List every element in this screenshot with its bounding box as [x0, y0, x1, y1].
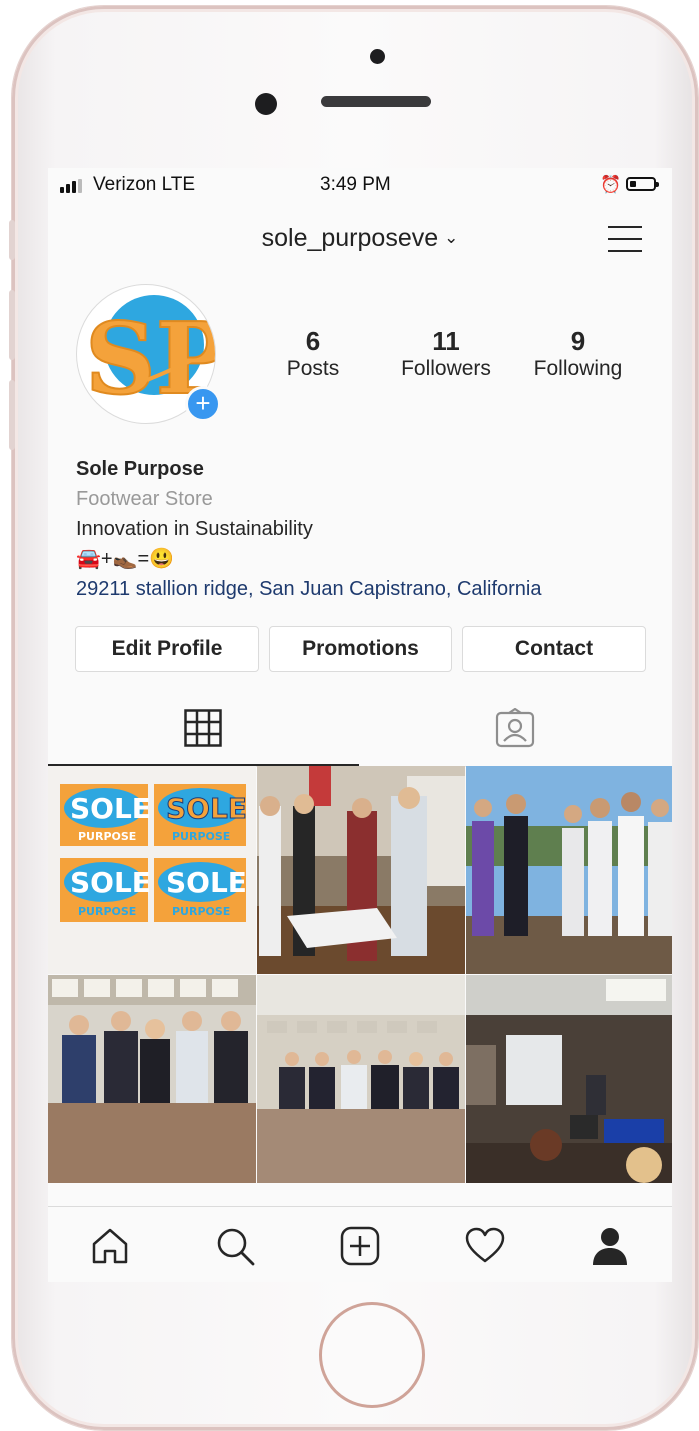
post-group-conference-room[interactable] [48, 975, 256, 1183]
emoji-line: 🚘+👞=😃 [76, 548, 175, 570]
menu-icon[interactable] [608, 224, 642, 254]
svg-text:PURPOSE: PURPOSE [172, 905, 230, 918]
battery-icon [626, 177, 659, 191]
carrier-label: Verizon LTE [93, 174, 196, 195]
post-group-classroom[interactable] [257, 766, 465, 974]
grid-icon [184, 709, 222, 747]
search-icon[interactable] [214, 1225, 256, 1267]
heart-icon[interactable] [464, 1225, 506, 1267]
followers-label: Followers [401, 357, 491, 380]
add-story-icon[interactable]: + [185, 386, 221, 422]
posts-grid: SOLE PURPOSE SOLE PURPOSE SOLE PURPOSE SOLE… [48, 766, 672, 1183]
svg-text:PURPOSE: PURPOSE [78, 830, 136, 843]
volume-up-button[interactable] [9, 290, 15, 360]
post-group-table[interactable] [257, 975, 465, 1183]
posts-count: 6 [305, 326, 321, 356]
promotions-button[interactable]: Promotions [269, 626, 452, 672]
category-label: Footwear Store [76, 488, 213, 510]
earpiece-speaker [321, 96, 431, 107]
svg-text:SOLE: SOLE [70, 866, 151, 899]
mute-switch[interactable] [9, 220, 15, 260]
post-logo-collage[interactable]: SOLE PURPOSE SOLE PURPOSE SOLE PURPOSE SOLE… [48, 766, 256, 974]
following-stat[interactable]: 9 Following [522, 326, 634, 382]
display-name: Sole Purpose [76, 458, 204, 480]
followers-count: 11 [432, 326, 460, 356]
status-bar: Verizon LTE 3:49 PM ⏰ [48, 168, 672, 202]
rear-camera [370, 49, 385, 64]
app-screen: Verizon LTE 3:49 PM ⏰ sole_purposeve ⌄ SP… [48, 168, 672, 1282]
tab-tagged[interactable] [359, 698, 672, 764]
account-switcher[interactable]: sole_purposeve ⌄ [48, 224, 672, 253]
tab-grid[interactable] [48, 698, 359, 766]
add-post-icon[interactable] [339, 1225, 381, 1267]
edit-profile-button[interactable]: Edit Profile [75, 626, 259, 672]
contact-button[interactable]: Contact [462, 626, 646, 672]
svg-text:SOLE: SOLE [166, 866, 247, 899]
alarm-icon: ⏰ [600, 175, 622, 194]
following-count: 9 [570, 326, 586, 356]
address-link[interactable]: 29211 stallion ridge, San Juan Capistran… [76, 574, 656, 604]
profile-tabs [48, 698, 672, 767]
svg-text:PURPOSE: PURPOSE [172, 830, 230, 843]
post-computer-lab[interactable] [466, 975, 672, 1183]
posts-label: Posts [286, 357, 340, 380]
post-group-outdoors[interactable] [466, 766, 672, 974]
tagged-icon [495, 708, 535, 748]
followers-stat[interactable]: 11 Followers [390, 326, 502, 382]
bio: Sole Purpose Footwear Store Innovation i… [76, 454, 656, 604]
chevron-down-icon: ⌄ [444, 228, 459, 247]
username-label: sole_purposeve [261, 224, 439, 252]
profile-icon[interactable] [589, 1225, 631, 1267]
bottom-nav [48, 1206, 672, 1282]
svg-text:SOLE: SOLE [166, 792, 247, 825]
front-camera [255, 93, 277, 115]
volume-down-button[interactable] [9, 380, 15, 450]
profile-header: sole_purposeve ⌄ [48, 218, 672, 262]
home-button[interactable] [319, 1302, 425, 1408]
posts-stat[interactable]: 6 Posts [276, 326, 350, 382]
svg-text:PURPOSE: PURPOSE [78, 905, 136, 918]
tagline: Innovation in Sustainability [76, 518, 313, 540]
following-label: Following [533, 357, 623, 380]
home-icon[interactable] [89, 1225, 131, 1267]
svg-text:SOLE: SOLE [70, 792, 151, 825]
clock: 3:49 PM [320, 174, 391, 195]
